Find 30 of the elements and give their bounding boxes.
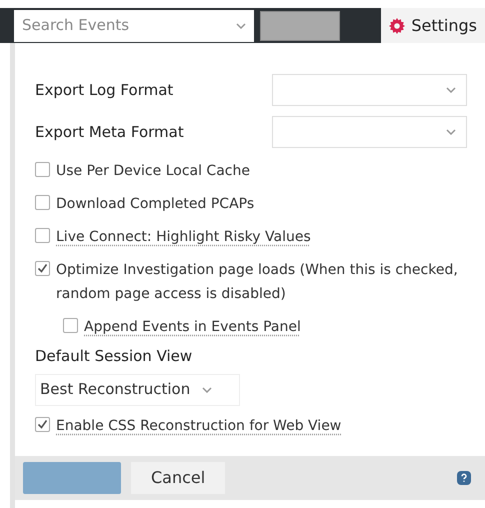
- option-label: Append Events in Events Panel: [84, 318, 301, 337]
- field-label: Export Log Format: [35, 80, 174, 101]
- option-label: Use Per Device Local Cache: [56, 162, 250, 181]
- chevron-down-icon: [446, 129, 456, 135]
- checkbox[interactable]: [35, 261, 50, 276]
- field-label: Export Meta Format: [35, 122, 184, 143]
- search-button[interactable]: [260, 10, 340, 40]
- search-field[interactable]: Search Events: [14, 10, 254, 42]
- format-dropdown[interactable]: [272, 74, 467, 106]
- session-view-dropdown[interactable]: Best Reconstruction: [35, 374, 240, 406]
- chevron-down-icon: [236, 22, 246, 28]
- help-icon[interactable]: [457, 471, 471, 485]
- option-label: Download Completed PCAPs: [56, 195, 254, 214]
- settings-tab[interactable]: Settings: [381, 8, 485, 43]
- checkmark-icon: [37, 418, 48, 430]
- checkbox[interactable]: [35, 416, 50, 432]
- option-label: Enable CSS Reconstruction for Web View: [56, 416, 342, 436]
- option-label: Live Connect: Highlight Risky Values: [56, 228, 311, 247]
- chevron-down-icon: [446, 87, 456, 93]
- field-label: Default Session View: [35, 346, 194, 367]
- option-label: Optimize Investigation page loads (When this is checked, random page access is disabled): [56, 261, 459, 304]
- format-dropdown[interactable]: [272, 116, 467, 148]
- gear-icon: [389, 18, 406, 34]
- checkbox[interactable]: [35, 228, 50, 243]
- checkbox[interactable]: [35, 195, 50, 210]
- checkbox[interactable]: [35, 162, 50, 177]
- checkbox[interactable]: [63, 318, 78, 333]
- cancel-button[interactable]: Cancel: [131, 462, 226, 494]
- checkmark-icon: [37, 263, 48, 274]
- chevron-down-icon: [202, 386, 212, 392]
